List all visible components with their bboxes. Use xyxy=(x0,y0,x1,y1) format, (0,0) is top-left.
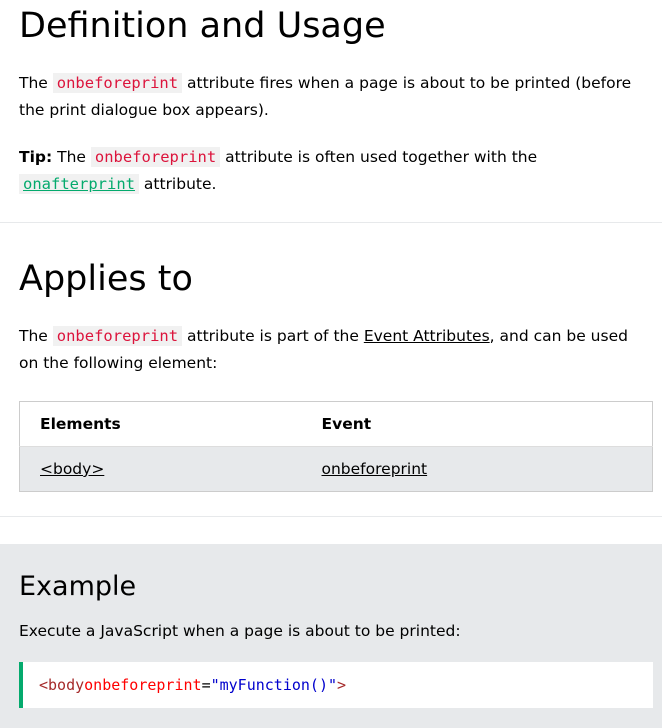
divider xyxy=(0,516,662,517)
applies-onbeforeprint-code: onbeforeprint xyxy=(52,326,183,346)
element-cell: <body> xyxy=(19,446,302,492)
definition-text-start: The xyxy=(19,74,53,92)
code-equals: = xyxy=(201,676,211,694)
code-tag-close: > xyxy=(337,676,347,694)
applies-section: Applies to The onbeforeprint attribute i… xyxy=(0,223,662,492)
body-element-link[interactable]: <body> xyxy=(40,460,104,478)
example-box: Example Execute a JavaScript when a page… xyxy=(0,544,662,728)
tip-text-end: attribute. xyxy=(138,175,217,193)
code-attribute: onbeforeprint xyxy=(84,676,202,694)
event-attributes-link[interactable]: Event Attributes xyxy=(364,327,490,345)
definition-paragraph: The onbeforeprint attribute fires when a… xyxy=(19,70,643,124)
example-title: Example xyxy=(19,571,137,602)
tip-text-middle: attribute is often used together with th… xyxy=(220,148,538,166)
code-tag-open: <body xyxy=(39,676,85,694)
elements-table: Elements Event <body> onbeforeprint xyxy=(19,401,653,492)
onbeforeprint-event-link[interactable]: onbeforeprint xyxy=(322,460,428,478)
tip-onbeforeprint-code: onbeforeprint xyxy=(90,147,221,167)
table-row: <body> onbeforeprint xyxy=(19,446,653,492)
applies-text-start: The xyxy=(19,327,53,345)
applies-text-middle: attribute is part of the xyxy=(182,327,364,345)
tip-label: Tip: xyxy=(19,148,53,166)
applies-paragraph: The onbeforeprint attribute is part of t… xyxy=(19,323,643,377)
example-description: Execute a JavaScript when a page is abou… xyxy=(19,622,461,640)
page: Definition and Usage The onbeforeprint a… xyxy=(0,0,662,728)
event-header: Event xyxy=(301,401,653,447)
tip-paragraph: Tip: The onbeforeprint attribute is ofte… xyxy=(19,144,643,198)
definition-title: Definition and Usage xyxy=(19,6,386,46)
table-header-row: Elements Event xyxy=(19,401,653,447)
elements-header: Elements xyxy=(19,401,302,447)
code-snippet: <body onbeforeprint = "myFunction()" > xyxy=(19,662,653,708)
code-value: "myFunction()" xyxy=(210,676,338,694)
tip-text-start: The xyxy=(52,148,91,166)
event-cell: onbeforeprint xyxy=(301,446,653,492)
onafterprint-link[interactable]: onafterprint xyxy=(19,174,139,194)
applies-title: Applies to xyxy=(19,259,193,299)
definition-section: Definition and Usage The onbeforeprint a… xyxy=(0,0,662,198)
onbeforeprint-code: onbeforeprint xyxy=(52,73,183,93)
